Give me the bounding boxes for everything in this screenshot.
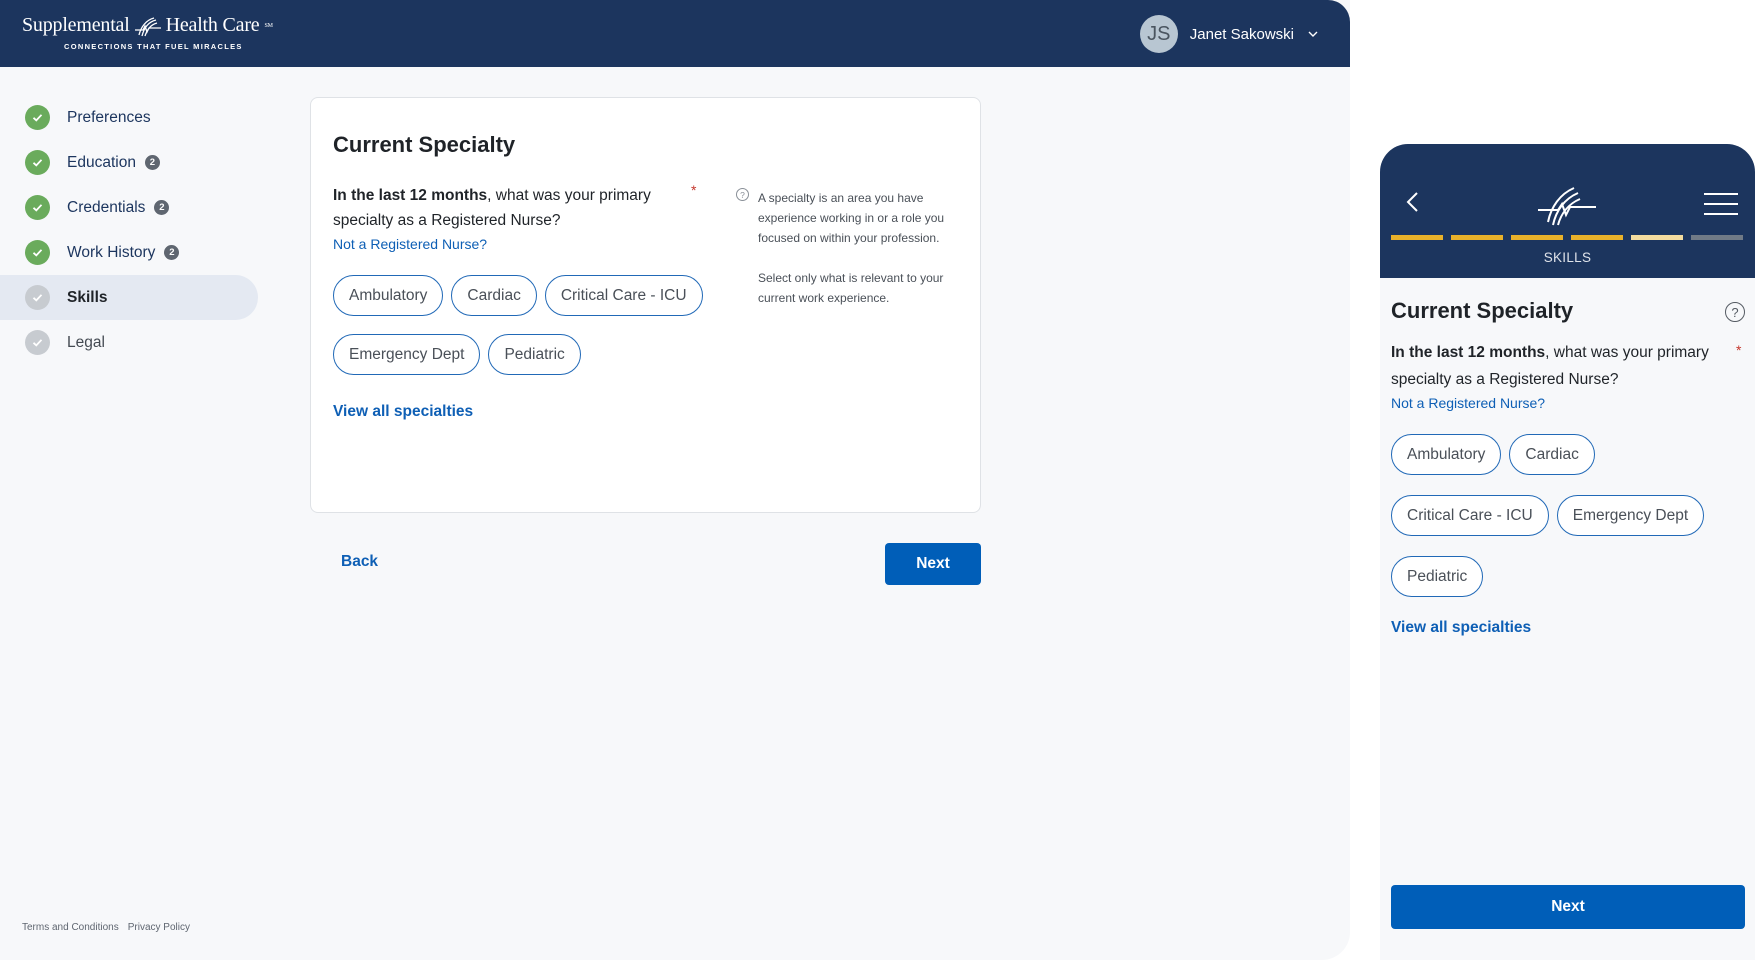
sidebar-item-label: Preferences — [67, 108, 151, 126]
privacy-link[interactable]: Privacy Policy — [128, 922, 190, 933]
chevron-down-icon — [1308, 31, 1318, 37]
step-progress — [1391, 235, 1743, 240]
help-circle-icon: ? — [736, 188, 749, 201]
top-bar: Supplemental Health Care SM CONNECTIONS T… — [0, 0, 1350, 67]
sidebar-item-skills[interactable]: Skills — [0, 275, 258, 320]
specialty-options: Ambulatory Cardiac Critical Care - ICU E… — [333, 275, 723, 375]
mobile-header: SKILLS — [1380, 144, 1755, 278]
terms-link[interactable]: Terms and Conditions — [22, 922, 119, 933]
heartbeat-logo-icon — [1538, 187, 1596, 226]
user-menu[interactable]: JS Janet Sakowski — [1139, 15, 1320, 53]
question-emphasis: In the last 12 months — [333, 187, 488, 204]
sidebar-item-label: Skills — [67, 288, 108, 306]
option-emergency-dept[interactable]: Emergency Dept — [1556, 495, 1705, 536]
progress-segment — [1451, 235, 1503, 240]
not-registered-nurse-link[interactable]: Not a Registered Nurse? — [333, 236, 487, 252]
desktop-view: Supplemental Health Care SM CONNECTIONS T… — [0, 0, 1350, 960]
info-panel: ? A specialty is an area you have experi… — [736, 188, 966, 308]
step-sidebar: Preferences Education 2 Credentials 2 Wo… — [0, 95, 258, 365]
specialty-options: Ambulatory Cardiac Critical Care - ICU E… — [1391, 434, 1721, 637]
info-text-1: A specialty is an area you have experien… — [758, 191, 945, 245]
option-ambulatory[interactable]: Ambulatory — [1391, 434, 1502, 475]
page-title: Current Specialty — [1391, 298, 1574, 323]
question-emphasis: In the last 12 months — [1391, 344, 1546, 361]
question-text: In the last 12 months, what was your pri… — [333, 183, 663, 233]
heartbeat-logo-icon — [134, 16, 161, 36]
view-all-specialties-link[interactable]: View all specialties — [333, 403, 473, 421]
option-emergency-dept[interactable]: Emergency Dept — [333, 334, 481, 375]
option-cardiac[interactable]: Cardiac — [1509, 434, 1595, 475]
footer-links: Terms and Conditions Privacy Policy — [22, 922, 190, 933]
check-circle-icon — [25, 285, 50, 310]
option-cardiac[interactable]: Cardiac — [451, 275, 537, 316]
option-pediatric[interactable]: Pediatric — [488, 334, 581, 375]
logo-text-secondary: Health Care — [165, 14, 260, 36]
progress-segment — [1511, 235, 1563, 240]
progress-segment — [1571, 235, 1623, 240]
sidebar-item-label: Credentials — [67, 198, 146, 216]
mobile-view: SKILLS Current Specialty ? In the last 1… — [1380, 144, 1755, 960]
info-text-2: Select only what is relevant to your cur… — [758, 271, 944, 305]
sidebar-item-label: Education — [67, 153, 136, 171]
check-circle-icon — [25, 105, 50, 130]
sidebar-item-education[interactable]: Education 2 — [0, 140, 258, 185]
count-badge: 2 — [164, 245, 180, 260]
not-registered-nurse-link[interactable]: Not a Registered Nurse? — [1391, 395, 1545, 411]
brand-logo[interactable]: Supplemental Health Care SM CONNECTIONS T… — [22, 14, 273, 51]
avatar: JS — [1139, 15, 1178, 53]
option-critical-care-icu[interactable]: Critical Care - ICU — [544, 275, 703, 316]
option-critical-care-icu[interactable]: Critical Care - ICU — [1391, 495, 1549, 536]
question-text: In the last 12 months, what was your pri… — [1391, 339, 1721, 393]
count-badge: 2 — [144, 155, 160, 170]
check-circle-icon — [25, 330, 50, 355]
sidebar-item-label: Work History — [67, 243, 156, 261]
sidebar-item-preferences[interactable]: Preferences — [0, 95, 258, 140]
progress-segment — [1631, 235, 1683, 240]
check-circle-icon — [25, 195, 50, 220]
view-all-specialties-link[interactable]: View all specialties — [1391, 619, 1721, 637]
required-indicator: * — [1736, 342, 1742, 358]
logo-text-primary: Supplemental — [22, 14, 130, 36]
check-circle-icon — [25, 150, 50, 175]
back-button[interactable]: Back — [341, 553, 378, 571]
sidebar-item-credentials[interactable]: Credentials 2 — [0, 185, 258, 230]
user-name: Janet Sakowski — [1189, 25, 1294, 43]
specialty-card: Current Specialty In the last 12 months,… — [310, 97, 981, 513]
sidebar-item-work-history[interactable]: Work History 2 — [0, 230, 258, 275]
next-button[interactable]: Next — [885, 543, 981, 585]
sidebar-item-legal[interactable]: Legal — [0, 320, 258, 365]
page-title: Current Specialty — [333, 132, 516, 157]
check-circle-icon — [25, 240, 50, 265]
progress-segment — [1691, 235, 1743, 240]
count-badge: 2 — [154, 200, 170, 215]
logo-tagline: CONNECTIONS THAT FUEL MIRACLES — [64, 42, 243, 51]
chevron-left-icon[interactable] — [1405, 190, 1419, 214]
option-ambulatory[interactable]: Ambulatory — [333, 275, 444, 316]
option-pediatric[interactable]: Pediatric — [1391, 556, 1484, 597]
sidebar-item-label: Legal — [67, 333, 105, 351]
next-button[interactable]: Next — [1391, 885, 1745, 929]
service-mark: SM — [264, 22, 273, 29]
step-label: SKILLS — [1543, 250, 1592, 265]
required-indicator: * — [691, 182, 697, 198]
progress-segment — [1391, 235, 1443, 240]
hamburger-menu-icon[interactable] — [1704, 192, 1738, 216]
help-circle-icon[interactable]: ? — [1725, 302, 1745, 322]
